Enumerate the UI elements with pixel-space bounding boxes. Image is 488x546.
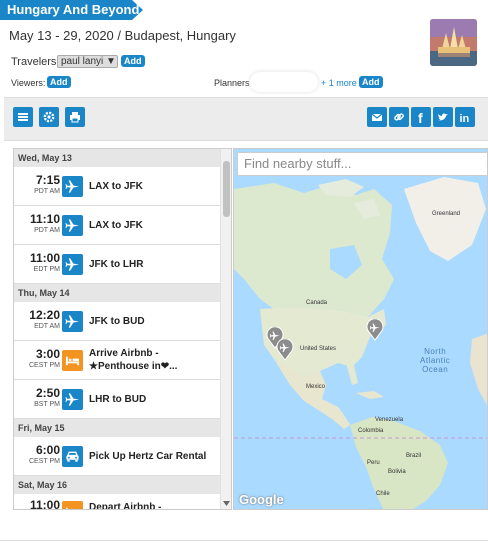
itinerary-row[interactable]: 12:20 EDT AM JFK to BUD xyxy=(14,302,220,341)
itinerary-scrollbar[interactable] xyxy=(220,149,231,509)
svg-text:f: f xyxy=(418,110,423,124)
day-header: Fri, May 15 xyxy=(14,419,220,437)
email-icon[interactable] xyxy=(367,107,387,127)
trip-thumbnail xyxy=(430,19,477,66)
link-icon[interactable] xyxy=(389,107,409,127)
trip-dates-location: May 13 - 29, 2020 / Budapest, Hungary xyxy=(9,28,236,43)
item-time: 2:50 xyxy=(35,386,60,400)
item-time: 11:10 xyxy=(29,212,60,226)
airplane-icon xyxy=(62,311,83,332)
item-time: 11:00 xyxy=(29,498,60,510)
map-label: Mexico xyxy=(306,384,326,390)
itinerary-row[interactable]: 11:10 PDT AM LAX to JFK xyxy=(14,206,220,245)
item-time: 7:15 xyxy=(35,173,60,187)
map-label: Venezuela xyxy=(375,417,404,423)
twitter-icon[interactable] xyxy=(433,107,453,127)
planners-label: Planners xyxy=(214,78,250,88)
divider xyxy=(0,540,488,541)
airplane-icon xyxy=(62,389,83,410)
bed-icon xyxy=(62,350,83,371)
map-pin-icon[interactable] xyxy=(366,319,384,341)
day-header: Sat, May 16 xyxy=(14,476,220,494)
itinerary-row[interactable]: 2:50 BST PM LHR to BUD xyxy=(14,380,220,419)
ocean-label-line: North xyxy=(424,347,447,356)
item-timezone: EDT PM xyxy=(33,266,60,273)
print-icon[interactable] xyxy=(65,107,85,127)
itinerary-row[interactable]: 11:00 EDT PM JFK to LHR xyxy=(14,245,220,284)
traveler-select[interactable]: paul lanyi ▼ xyxy=(57,55,118,68)
airplane-icon xyxy=(62,254,83,275)
item-description: JFK to BUD xyxy=(89,316,145,327)
item-timezone: BST PM xyxy=(34,401,60,408)
map-label: Greenland xyxy=(432,211,461,217)
item-time: 12:20 xyxy=(29,308,60,322)
item-description: Arrive Airbnb - xyxy=(89,348,159,359)
map-label: Bolivia xyxy=(388,469,406,475)
map-pin-icon[interactable] xyxy=(276,339,294,361)
svg-text:in: in xyxy=(460,113,470,124)
planner-avatar xyxy=(250,72,318,92)
map-label: Chile xyxy=(376,491,390,497)
map-label: Canada xyxy=(306,300,328,306)
item-description-line2: ★Penthouse in❤... xyxy=(89,361,178,372)
item-description: LAX to JFK xyxy=(89,181,143,192)
viewers-label: Viewers: xyxy=(11,78,46,88)
facebook-icon[interactable]: f xyxy=(411,107,431,127)
item-description: Pick Up Hertz Car Rental xyxy=(89,451,207,462)
linkedin-icon[interactable]: in xyxy=(455,107,475,127)
item-timezone: EDT AM xyxy=(34,323,60,330)
scroll-down-arrow-icon[interactable] xyxy=(223,501,230,506)
car-icon xyxy=(62,446,83,467)
day-header: Thu, May 14 xyxy=(14,284,220,302)
map-view[interactable]: Find nearby stuff... Greenland Canada Un… xyxy=(233,148,488,510)
airplane-icon xyxy=(62,176,83,197)
item-description: Depart Airbnb - xyxy=(89,502,162,510)
map-label: United States xyxy=(300,346,337,352)
item-description: LAX to JFK xyxy=(89,220,143,231)
travelers-label: Travelers: xyxy=(11,56,60,68)
item-timezone: CEST PM xyxy=(29,362,60,369)
airplane-icon xyxy=(62,215,83,236)
add-viewer-button[interactable]: Add xyxy=(47,76,71,88)
map-label: Colombia xyxy=(358,428,384,434)
itinerary-row[interactable]: 6:00 CEST PM Pick Up Hertz Car Rental xyxy=(14,437,220,476)
itinerary-row[interactable]: 3:00 CEST PM Arrive Airbnb - ★Penthouse in… xyxy=(14,341,220,380)
item-time: 6:00 xyxy=(35,443,60,457)
item-description: JFK to LHR xyxy=(89,259,144,270)
bed-icon xyxy=(62,501,83,509)
item-description: LHR to BUD xyxy=(89,394,147,405)
itinerary-list[interactable]: Wed, May 13 7:15 PDT AM LAX to JFK 11:10 P… xyxy=(13,148,232,510)
nearby-search-input[interactable]: Find nearby stuff... xyxy=(237,152,487,176)
item-timezone: PDT AM xyxy=(34,188,60,195)
gear-icon[interactable] xyxy=(39,107,59,127)
day-header: Wed, May 13 xyxy=(14,149,220,167)
item-timezone: CEST PM xyxy=(29,458,60,465)
toolbar: f in xyxy=(4,97,488,141)
map-label: Brazil xyxy=(406,453,422,459)
add-traveler-button[interactable]: Add xyxy=(121,55,145,67)
add-planner-button[interactable]: Add xyxy=(359,76,383,88)
ocean-label: North Atlantic Ocean xyxy=(420,347,450,374)
trip-title: Hungary And Beyond xyxy=(0,0,143,20)
itinerary-row[interactable]: 7:15 PDT AM LAX to JFK xyxy=(14,167,220,206)
menu-icon[interactable] xyxy=(13,107,33,127)
map-label: Peru xyxy=(367,460,380,466)
more-planners-link[interactable]: + 1 more xyxy=(321,78,357,88)
scrollbar-thumb[interactable] xyxy=(223,161,230,217)
google-attribution: Google xyxy=(239,492,284,507)
traveler-select-value: paul lanyi xyxy=(61,56,104,67)
item-time: 3:00 xyxy=(35,347,60,361)
ocean-label-line: Atlantic xyxy=(420,356,451,365)
ocean-label-line: Ocean xyxy=(422,365,449,374)
itinerary-row[interactable]: 11:00 Depart Airbnb - xyxy=(14,494,220,510)
item-timezone: PDT AM xyxy=(34,227,60,234)
item-time: 11:00 xyxy=(29,251,60,265)
